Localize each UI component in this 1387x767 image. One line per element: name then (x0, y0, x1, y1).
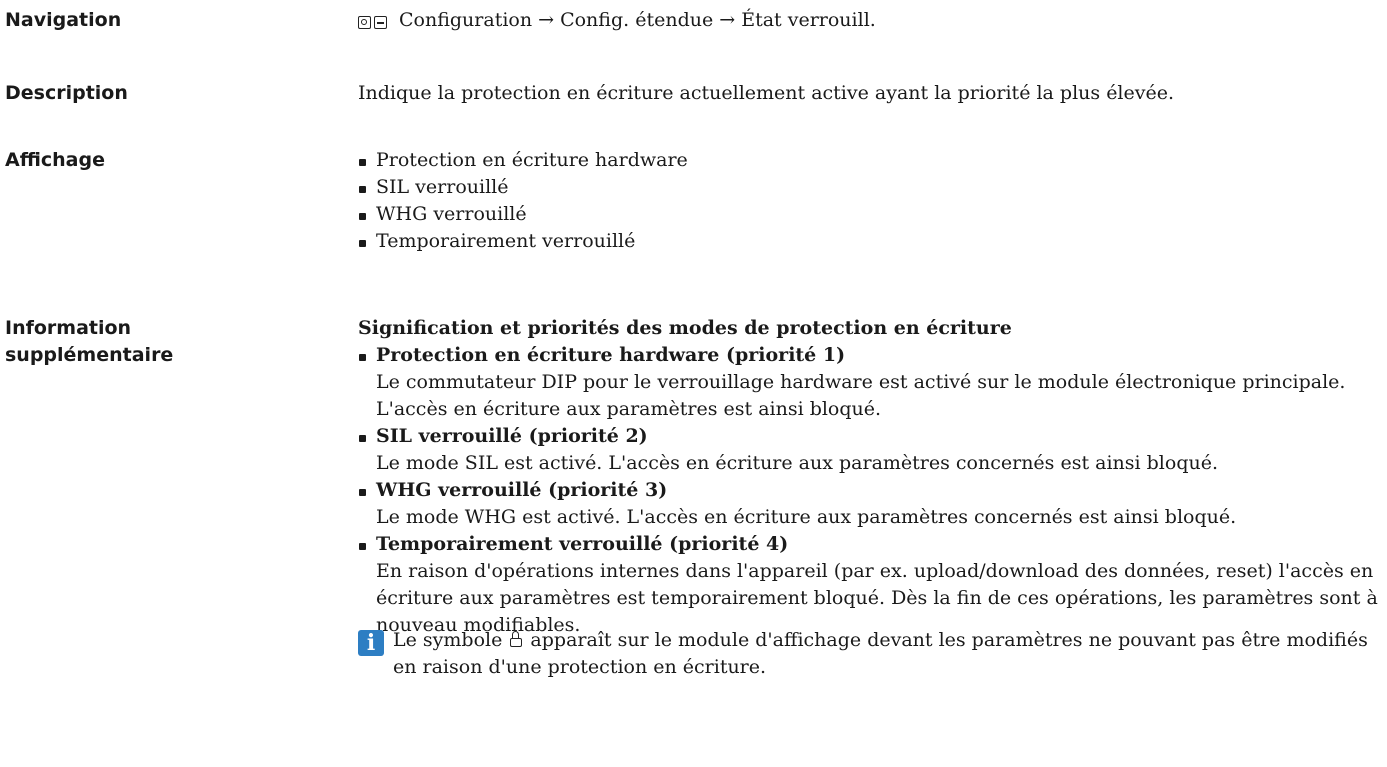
description-label: Description (5, 82, 128, 104)
priority-item: Protection en écriture hardware (priorit… (358, 342, 1383, 423)
display-option: WHG verrouillé (358, 201, 1383, 228)
info-note: i Le symbole apparaît sur le module d'af… (358, 627, 1383, 681)
priority-item: Temporairement verrouillé (priorité 4) E… (358, 531, 1383, 639)
info-note-text-after: apparaît sur le module d'affichage devan… (393, 629, 1368, 678)
display-options: Protection en écriture hardware SIL verr… (358, 147, 1383, 255)
display-option: Temporairement verrouillé (358, 228, 1383, 255)
display-option: SIL verrouillé (358, 174, 1383, 201)
additional-info-label-line2: supplémentaire (5, 344, 174, 366)
navigation-path-row: Configuration → Config. étendue → État v… (358, 7, 1383, 34)
priority-item-title: Protection en écriture hardware (priorit… (376, 344, 846, 366)
additional-info-label: Information supplémentaire (5, 315, 173, 369)
priorities-heading: Signification et priorités des modes de … (358, 317, 1012, 339)
priority-list: Protection en écriture hardware (priorit… (358, 342, 1383, 639)
navigation-path: Configuration → Config. étendue → État v… (399, 9, 876, 31)
priority-item-title: Temporairement verrouillé (priorité 4) (376, 533, 789, 555)
priority-item-title: SIL verrouillé (priorité 2) (376, 425, 648, 447)
additional-info-content: Signification et priorités des modes de … (358, 315, 1383, 639)
priority-item-text: Le mode SIL est activé. L'accès en écrit… (376, 452, 1219, 474)
priority-item: SIL verrouillé (priorité 2) Le mode SIL … (358, 423, 1383, 477)
device-keys-icon (358, 16, 387, 29)
display-label: Affichage (5, 149, 105, 171)
priority-item-title: WHG verrouillé (priorité 3) (376, 479, 668, 501)
priority-item-text: Le mode WHG est activé. L'accès en écrit… (376, 506, 1237, 528)
info-note-text: Le symbole apparaît sur le module d'affi… (393, 627, 1383, 681)
operating-key-icon (358, 16, 371, 29)
lock-icon (510, 631, 523, 647)
priority-item-text: Le commutateur DIP pour le verrouillage … (376, 371, 1346, 420)
display-option: Protection en écriture hardware (358, 147, 1383, 174)
navigation-label: Navigation (5, 9, 122, 31)
description-text: Indique la protection en écriture actuel… (358, 82, 1175, 104)
priority-item: WHG verrouillé (priorité 3) Le mode WHG … (358, 477, 1383, 531)
info-note-text-before: Le symbole (393, 629, 503, 651)
info-icon: i (358, 630, 384, 656)
display-option-list: Protection en écriture hardware SIL verr… (358, 147, 1383, 255)
additional-info-label-line1: Information (5, 317, 132, 339)
display-key-icon (374, 16, 387, 29)
